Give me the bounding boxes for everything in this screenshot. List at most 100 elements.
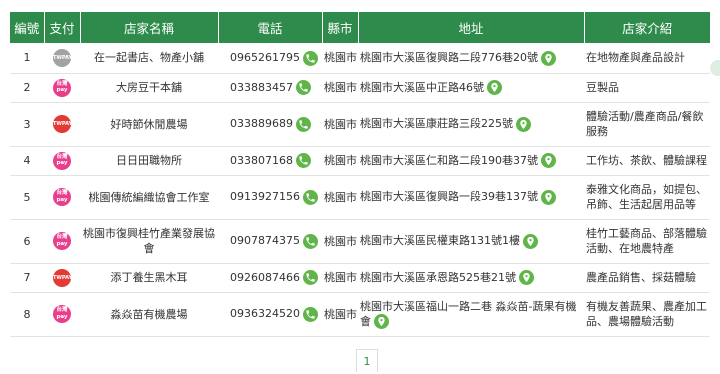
table-row: 7 TWPAY 添丁養生黑木耳 0926087466 桃園市 桃園市大溪區承恩路525巷2… bbox=[10, 263, 710, 293]
phone-icon[interactable] bbox=[296, 80, 311, 96]
pay-cell: 台灣 pay bbox=[44, 219, 80, 264]
address: 桃園市大溪區承恩路525巷21號 bbox=[360, 270, 516, 284]
address: 桃園市大溪區仁和路二段190巷37號 bbox=[360, 153, 538, 167]
table-row: 5 台灣 pay 桃園傳統編織協會工作室 0913927156 桃園市 桃園市大溪區復興路… bbox=[10, 175, 710, 220]
shop-intro: 農產品銷售、採菇體驗 bbox=[584, 263, 710, 293]
taiwan-pay-gray-icon: TWPAY bbox=[53, 48, 72, 67]
taiwan-pay-red-icon: TWPAY bbox=[53, 268, 72, 287]
tel-cell: 0926087466 bbox=[218, 263, 322, 293]
phone-icon[interactable] bbox=[303, 270, 318, 286]
pay-cell: 台灣 pay bbox=[44, 73, 80, 103]
shop-name: 大房豆干本舖 bbox=[80, 73, 218, 103]
map-pin-icon[interactable] bbox=[487, 80, 502, 96]
city: 桃園市 bbox=[322, 73, 358, 103]
taiwan-pay-pink-icon: 台灣 pay bbox=[53, 78, 71, 97]
tel-number: 0936324520 bbox=[230, 307, 300, 321]
shop-name: 添丁養生黑木耳 bbox=[80, 263, 218, 293]
table-row: 8 台灣 pay 淼焱苗有機農場 0936324520 桃園市 桃園市大溪區福山一路二巷 … bbox=[10, 292, 710, 337]
addr-cell: 桃園市大溪區中正路46號 bbox=[358, 73, 584, 103]
pay-cell: TWPAY bbox=[44, 102, 80, 147]
tel-number: 0965261795 bbox=[230, 51, 300, 64]
tel-number: 033883457 bbox=[230, 80, 293, 94]
pay-cell: 台灣 pay bbox=[44, 175, 80, 220]
header-shop: 店家名稱 bbox=[80, 12, 219, 43]
taiwan-pay-pink-icon: 台灣 pay bbox=[53, 305, 71, 323]
address: 桃園市大溪區民權東路131號1樓 bbox=[360, 234, 520, 248]
address: 桃園市大溪區復興路一段39巷137號 bbox=[360, 190, 538, 204]
row-no: 3 bbox=[10, 102, 44, 147]
pagination-page-1[interactable]: 1 bbox=[356, 349, 378, 372]
addr-cell: 桃園市大溪區承恩路525巷21號 bbox=[358, 263, 584, 293]
city: 桃園市 bbox=[322, 292, 358, 337]
header-intro: 店家介紹 bbox=[584, 12, 710, 43]
phone-icon[interactable] bbox=[303, 189, 318, 205]
taiwan-pay-pink-icon: 台灣 pay bbox=[53, 188, 71, 206]
city: 桃園市 bbox=[322, 219, 358, 264]
header-city: 縣市 bbox=[322, 12, 359, 43]
pay-cell: 台灣 pay bbox=[44, 292, 80, 337]
tel-cell: 033883457 bbox=[218, 73, 322, 103]
map-pin-icon[interactable] bbox=[374, 314, 389, 330]
addr-cell: 桃園市大溪區康莊路三段225號 bbox=[358, 102, 584, 147]
store-table: 編號 支付 店家名稱 電話 縣市 地址 店家介紹 1 TWPAY 在一起書店、物產小… bbox=[10, 12, 710, 337]
map-pin-icon[interactable] bbox=[519, 270, 534, 286]
pay-cell: 台灣 pay bbox=[44, 146, 80, 176]
addr-cell: 桃園市大溪區民權東路131號1樓 bbox=[358, 219, 584, 264]
shop-intro: 泰雅文化商品，如提包、吊飾、生活起居用品等 bbox=[584, 175, 710, 220]
header-no: 編號 bbox=[10, 12, 45, 43]
shop-intro: 工作坊、茶飲、體驗課程 bbox=[584, 146, 710, 176]
row-no: 4 bbox=[10, 146, 44, 176]
shop-name: 淼焱苗有機農場 bbox=[80, 292, 218, 337]
shop-name: 日日田職物所 bbox=[80, 146, 218, 176]
header-addr: 地址 bbox=[358, 12, 585, 43]
address: 桃園市大溪區康莊路三段225號 bbox=[360, 117, 513, 131]
taiwan-pay-red-icon: TWPAY bbox=[53, 115, 72, 133]
tel-cell: 0965261795 bbox=[218, 43, 322, 74]
shop-intro: 有機友善蔬果、農產加工品、農場體驗活動 bbox=[584, 292, 710, 337]
phone-icon[interactable] bbox=[303, 233, 318, 249]
map-pin-icon[interactable] bbox=[541, 153, 556, 169]
addr-cell: 桃園市大溪區復興路一段39巷137號 bbox=[358, 175, 584, 220]
pay-cell: TWPAY bbox=[44, 43, 80, 74]
row-no: 5 bbox=[10, 175, 44, 220]
city: 桃園市 bbox=[322, 175, 358, 220]
shop-intro: 在地物產與產品設計 bbox=[584, 43, 710, 74]
phone-icon[interactable] bbox=[296, 153, 311, 169]
tel-number: 0907874375 bbox=[230, 234, 300, 248]
tel-number: 0913927156 bbox=[230, 190, 300, 204]
address: 桃園市大溪區復興路二段776巷20號 bbox=[360, 51, 538, 64]
tel-number: 033807168 bbox=[230, 153, 293, 167]
tel-cell: 0936324520 bbox=[218, 292, 322, 337]
taiwan-pay-pink-icon: 台灣 pay bbox=[53, 232, 71, 250]
phone-icon[interactable] bbox=[296, 116, 311, 132]
table-row: 1 TWPAY 在一起書店、物產小舖 0965261795 桃園市 桃園市大溪區復興路二段… bbox=[10, 43, 710, 74]
table-row: 2 台灣 pay 大房豆干本舖 033883457 桃園市 桃園市大溪區中正路46號 豆製品 bbox=[10, 73, 710, 103]
address: 桃園市大溪區福山一路二巷 淼焱苗-蔬果有機會 bbox=[360, 299, 577, 328]
tel-number: 033889689 bbox=[230, 117, 293, 131]
phone-icon[interactable] bbox=[303, 50, 318, 66]
addr-cell: 桃園市大溪區仁和路二段190巷37號 bbox=[358, 146, 584, 176]
map-pin-icon[interactable] bbox=[541, 189, 556, 205]
row-no: 2 bbox=[10, 73, 44, 103]
table-header-row: 編號 支付 店家名稱 電話 縣市 地址 店家介紹 bbox=[10, 12, 710, 43]
map-pin-icon[interactable] bbox=[516, 116, 531, 132]
shop-intro: 體驗活動/農產商品/餐飲服務 bbox=[584, 102, 710, 147]
phone-icon[interactable] bbox=[303, 306, 318, 322]
tel-number: 0926087466 bbox=[230, 270, 300, 284]
shop-name: 桃園傳統編織協會工作室 bbox=[80, 175, 218, 220]
shop-intro: 豆製品 bbox=[584, 73, 710, 103]
map-pin-icon[interactable] bbox=[523, 233, 538, 249]
table-row: 4 台灣 pay 日日田職物所 033807168 桃園市 桃園市大溪區仁和路二段190巷… bbox=[10, 146, 710, 176]
row-no: 1 bbox=[10, 43, 44, 74]
header-tel: 電話 bbox=[218, 12, 323, 43]
row-no: 6 bbox=[10, 219, 44, 264]
tel-cell: 033807168 bbox=[218, 146, 322, 176]
address: 桃園市大溪區中正路46號 bbox=[360, 80, 484, 94]
shop-intro: 桂竹工藝商品、部落體驗活動、在地農特產 bbox=[584, 219, 710, 264]
header-pay: 支付 bbox=[44, 12, 81, 43]
scroll-top-widget[interactable] bbox=[710, 60, 720, 76]
shop-name: 桃園市復興桂竹產業發展協會 bbox=[80, 219, 218, 264]
table-row: 6 台灣 pay 桃園市復興桂竹產業發展協會 0907874375 桃園市 桃園市大溪區民… bbox=[10, 219, 710, 264]
city: 桃園市 bbox=[322, 43, 358, 74]
map-pin-icon[interactable] bbox=[541, 50, 556, 66]
